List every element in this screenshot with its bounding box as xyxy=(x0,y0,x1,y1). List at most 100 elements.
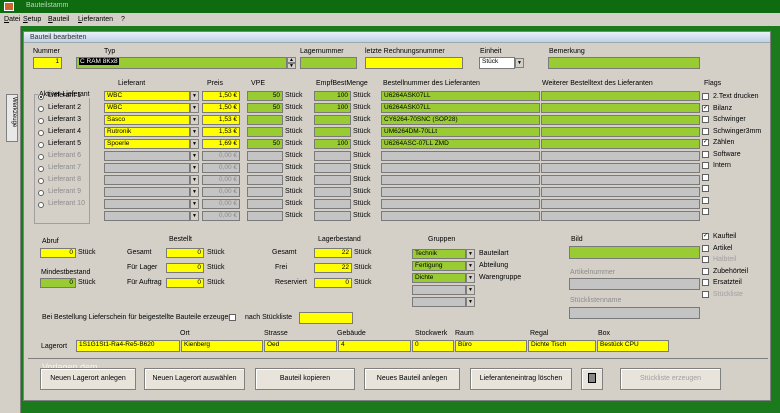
lb-res-field[interactable]: 0 xyxy=(314,278,352,288)
flag-checkbox[interactable] xyxy=(702,116,709,123)
typ-field[interactable]: C RAM 8Kx8 xyxy=(76,57,287,69)
lieferant-radio[interactable] xyxy=(38,130,44,136)
lagerort-gebaeude[interactable]: 4 xyxy=(338,340,411,352)
lieferant-dropdown-arrow[interactable]: ▼ xyxy=(190,127,199,137)
flag-checkbox[interactable] xyxy=(702,93,709,100)
gruppe-select[interactable]: Fertigung xyxy=(412,261,466,271)
flag-checkbox[interactable] xyxy=(702,127,709,135)
flag-checkbox[interactable] xyxy=(702,185,709,192)
preis-field[interactable]: 1,53 € xyxy=(202,127,240,137)
mindest-field[interactable]: 0 xyxy=(40,278,76,288)
stueckliste-erzeugen-button[interactable]: Stückliste erzeugen xyxy=(620,368,721,390)
flag-checkbox[interactable] xyxy=(702,208,709,215)
gruppe-dropdown-arrow[interactable]: ▼ xyxy=(466,249,475,259)
lieferant-radio[interactable] xyxy=(38,106,44,112)
gruppe-select[interactable]: Technik xyxy=(412,249,466,259)
bestelltext-field[interactable] xyxy=(541,139,700,149)
preis-field[interactable]: 1,69 € xyxy=(202,139,240,149)
lieferant-dropdown-arrow[interactable]: ▼ xyxy=(190,139,199,149)
preis-field[interactable]: 1,53 € xyxy=(202,115,240,125)
lieferant-radio[interactable] xyxy=(38,118,44,124)
typ-spin-down[interactable]: ▼ xyxy=(287,63,296,69)
gruppe-dropdown-arrow[interactable]: ▼ xyxy=(466,261,475,271)
lieferant-name[interactable]: Sasco xyxy=(104,115,190,125)
bestnr-field[interactable]: CY6264-70SNC (SOP28) xyxy=(381,115,540,125)
artikel-flag-checkbox[interactable] xyxy=(702,244,709,252)
flag-checkbox[interactable] xyxy=(702,196,709,204)
vpe-field[interactable] xyxy=(247,115,283,125)
empf-field[interactable]: 100 xyxy=(314,139,351,149)
lieferant-radio[interactable] xyxy=(38,166,44,172)
lieferant-radio[interactable] xyxy=(38,154,44,160)
lieferant-loeschen-button[interactable]: Lieferanteneintrag löschen xyxy=(470,368,572,390)
neuer-lagerort-button[interactable]: Neuen Lagerort anlegen xyxy=(40,368,136,390)
lieferant-name[interactable]: Rutronik xyxy=(104,127,190,137)
werkzeuge-tab[interactable]: Werkzeuge xyxy=(6,94,18,142)
lieferant-radio[interactable] xyxy=(38,94,44,100)
menu-bauteil[interactable]: Bauteil xyxy=(48,16,69,23)
lagerort-ort[interactable]: Kienberg xyxy=(181,340,263,352)
stueckliste-input[interactable] xyxy=(299,312,353,324)
gruppe-select[interactable] xyxy=(412,297,466,307)
gruppe-dropdown-arrow[interactable]: ▼ xyxy=(466,297,475,307)
lagerort-box[interactable]: Bestück CPU xyxy=(597,340,669,352)
bauteil-kopieren-button[interactable]: Bauteil kopieren xyxy=(255,368,355,390)
empf-field[interactable]: 100 xyxy=(314,103,351,113)
lieferant-radio[interactable] xyxy=(38,202,44,208)
lagerort-waehlen-button[interactable]: Neuen Lagerort auswählen xyxy=(144,368,245,390)
lieferant-name[interactable]: WBC xyxy=(104,91,190,101)
menu-lieferanten[interactable]: Lieferanten xyxy=(78,16,113,23)
nummer-field[interactable]: 1 xyxy=(33,57,62,69)
lieferant-dropdown-arrow[interactable]: ▼ xyxy=(190,91,199,101)
bestelltext-field[interactable] xyxy=(541,91,700,101)
bestnr-field[interactable]: U6264ASK07LL xyxy=(381,103,540,113)
vpe-field[interactable]: 50 xyxy=(247,103,283,113)
menu-datei[interactable]: Datei xyxy=(4,16,20,23)
flag-checkbox[interactable] xyxy=(702,162,709,169)
lieferant-radio[interactable] xyxy=(38,142,44,148)
flag-checkbox[interactable]: ✓ xyxy=(702,104,709,112)
gruppe-select[interactable] xyxy=(412,285,466,295)
bild-field[interactable] xyxy=(569,246,700,259)
menu-setup[interactable]: Setup xyxy=(23,16,41,23)
lieferant-radio[interactable] xyxy=(38,178,44,184)
lb-frei-field[interactable]: 22 xyxy=(314,263,352,273)
lieferant-name[interactable]: WBC xyxy=(104,103,190,113)
lieferschein-checkbox[interactable] xyxy=(229,314,236,321)
lagernummer-field[interactable] xyxy=(300,57,357,69)
gruppe-dropdown-arrow[interactable]: ▼ xyxy=(466,273,475,283)
best-lager-field[interactable]: 0 xyxy=(166,263,204,273)
empf-field[interactable] xyxy=(314,127,351,137)
flag-checkbox[interactable] xyxy=(702,173,709,181)
lieferant-radio[interactable] xyxy=(38,190,44,196)
empf-field[interactable] xyxy=(314,115,351,125)
artikel-flag-checkbox[interactable] xyxy=(702,267,709,275)
bemerkung-field[interactable] xyxy=(548,57,700,69)
artikel-flag-checkbox[interactable] xyxy=(702,279,709,286)
einheit-dropdown-arrow[interactable]: ▼ xyxy=(515,58,524,68)
lieferant-dropdown-arrow[interactable]: ▼ xyxy=(190,103,199,113)
empf-field[interactable]: 100 xyxy=(314,91,351,101)
neues-bauteil-button[interactable]: Neues Bauteil anlegen xyxy=(364,368,460,390)
best-gesamt-field[interactable]: 0 xyxy=(166,248,204,258)
lieferant-name[interactable]: Spoerle xyxy=(104,139,190,149)
artikel-flag-checkbox[interactable]: ✓ xyxy=(702,233,709,240)
lagerort-regal[interactable]: Dichte Tisch xyxy=(528,340,596,352)
bestnr-field[interactable]: U6264ASK07LL xyxy=(381,91,540,101)
bestelltext-field[interactable] xyxy=(541,127,700,137)
flag-checkbox[interactable]: ✓ xyxy=(702,139,709,146)
rechnung-field[interactable] xyxy=(365,57,463,69)
lieferant-dropdown-arrow[interactable]: ▼ xyxy=(190,115,199,125)
gruppe-dropdown-arrow[interactable]: ▼ xyxy=(466,285,475,295)
lagerort-raum[interactable]: Büro xyxy=(455,340,527,352)
gruppe-select[interactable]: Dichte xyxy=(412,273,466,283)
preis-field[interactable]: 1,50 € xyxy=(202,103,240,113)
bestelltext-field[interactable] xyxy=(541,115,700,125)
vpe-field[interactable]: 50 xyxy=(247,91,283,101)
lagerort-code[interactable]: 1S1G1St1-Ra4-Re5-B620 xyxy=(76,340,180,352)
best-auftrag-field[interactable]: 0 xyxy=(166,278,204,288)
lagerort-strasse[interactable]: Oed xyxy=(264,340,337,352)
vpe-field[interactable] xyxy=(247,127,283,137)
bestelltext-field[interactable] xyxy=(541,103,700,113)
einheit-select[interactable]: Stück xyxy=(479,57,515,69)
